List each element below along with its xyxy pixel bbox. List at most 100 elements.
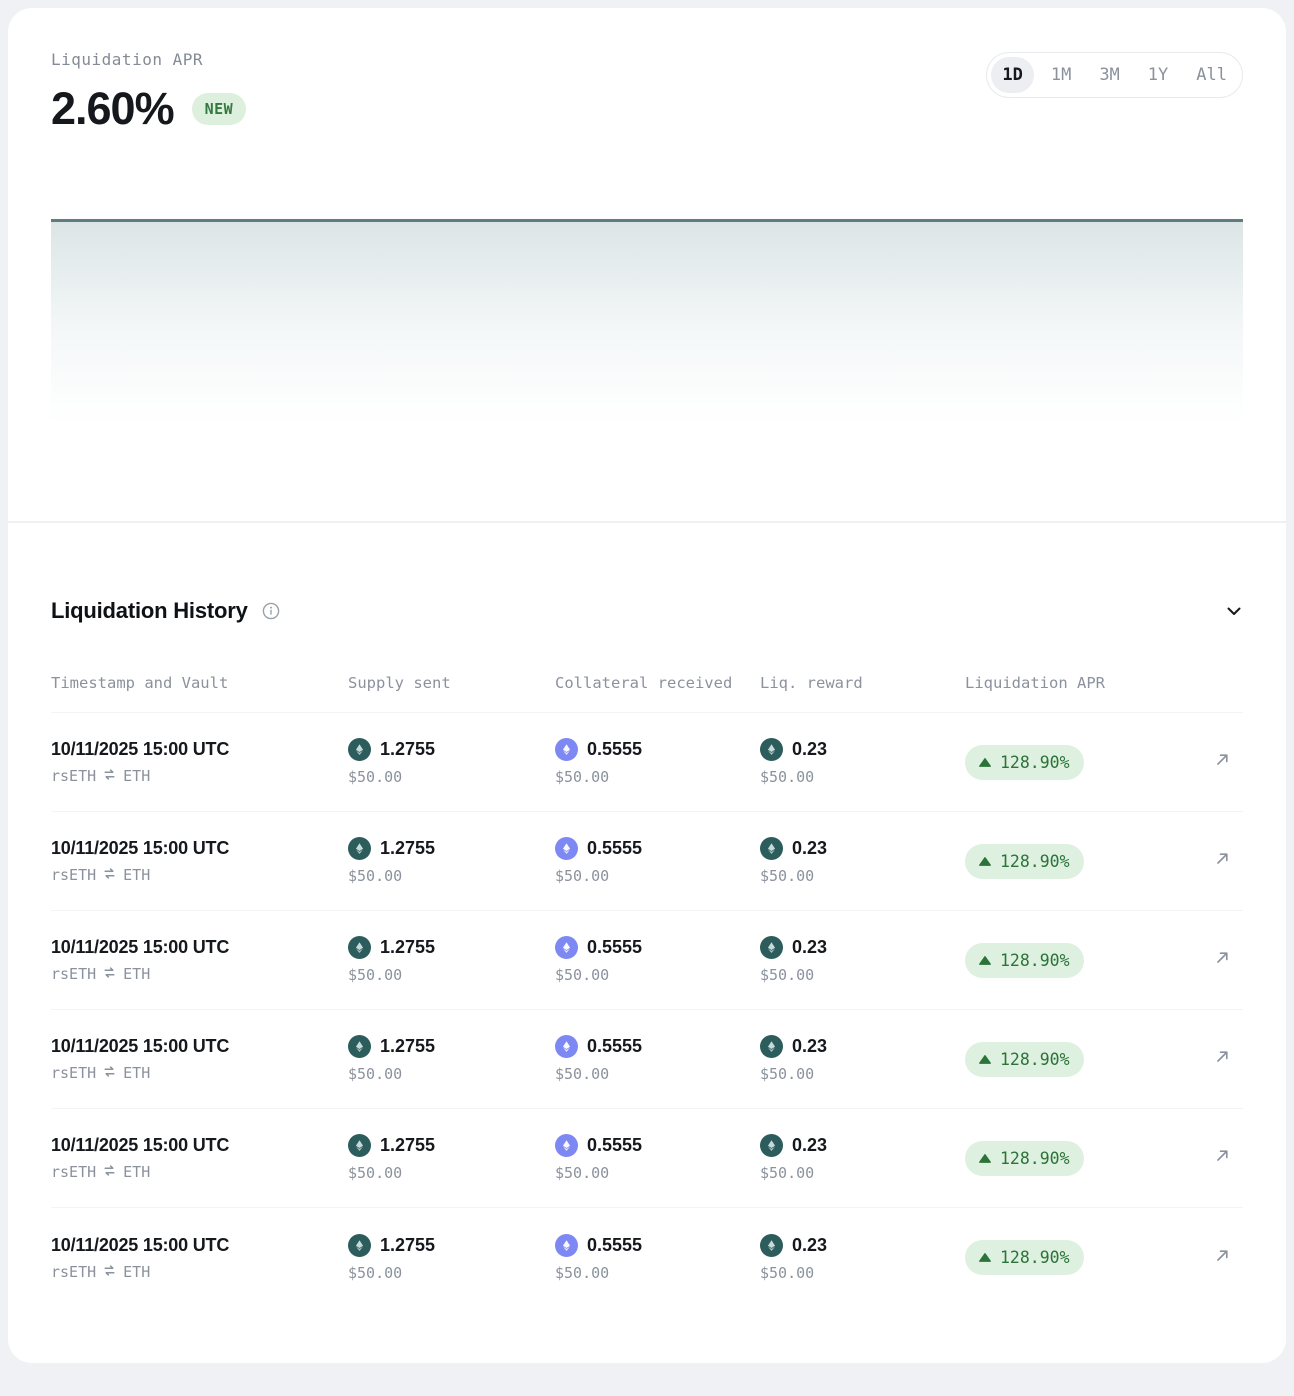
- liq-reward-usd: $50.00: [760, 867, 965, 885]
- info-icon[interactable]: [262, 602, 280, 620]
- row-vault-pair: rsETH ETH: [51, 767, 348, 785]
- liq-reward-usd: $50.00: [760, 966, 965, 984]
- rseth-coin-icon: [348, 738, 371, 761]
- external-link-icon[interactable]: [1214, 1048, 1231, 1070]
- row-vault-pair: rsETH ETH: [51, 1163, 348, 1181]
- row-timestamp: 10/11/2025 15:00 UTC: [51, 1135, 348, 1156]
- liq-reward-amount: 0.23: [760, 1035, 965, 1058]
- table-row[interactable]: 10/11/2025 15:00 UTC rsETH ETH: [51, 713, 1243, 812]
- vault-to-label: ETH: [123, 1263, 150, 1281]
- table-row[interactable]: 10/11/2025 15:00 UTC rsETH ETH: [51, 1208, 1243, 1307]
- external-link-icon[interactable]: [1214, 1147, 1231, 1169]
- timeframe-1y[interactable]: 1Y: [1137, 57, 1179, 93]
- history-title: Liquidation History: [51, 598, 248, 624]
- swap-icon: [103, 1163, 116, 1181]
- timeframe-1m[interactable]: 1M: [1040, 57, 1082, 93]
- apr-badge: 128.90%: [965, 745, 1084, 780]
- col-supply-sent: Supply sent: [348, 674, 555, 692]
- collateral-received-amount: 0.5555: [555, 1134, 760, 1157]
- rseth-coin-icon: [760, 1035, 783, 1058]
- triangle-up-icon: [979, 1154, 991, 1163]
- rseth-coin-icon: [348, 1035, 371, 1058]
- apr-badge: 128.90%: [965, 1042, 1084, 1077]
- liquidation-history-table: 10/11/2025 15:00 UTC rsETH ETH: [51, 713, 1243, 1307]
- rseth-coin-icon: [760, 936, 783, 959]
- apr-badge: 128.90%: [965, 844, 1084, 879]
- supply-sent-usd: $50.00: [348, 1264, 555, 1282]
- row-vault-pair: rsETH ETH: [51, 1263, 348, 1281]
- collateral-received-amount: 0.5555: [555, 738, 760, 761]
- timeframe-1d[interactable]: 1D: [991, 57, 1033, 93]
- row-timestamp: 10/11/2025 15:00 UTC: [51, 1036, 348, 1057]
- apr-value: 2.60%: [51, 83, 174, 135]
- triangle-up-icon: [979, 1055, 991, 1064]
- swap-icon: [103, 866, 116, 884]
- collateral-received-usd: $50.00: [555, 1065, 760, 1083]
- apr-area-chart[interactable]: [51, 219, 1243, 469]
- swap-icon: [103, 1263, 116, 1281]
- vault-from-label: rsETH: [51, 767, 96, 785]
- liq-reward-usd: $50.00: [760, 1164, 965, 1182]
- external-link-icon[interactable]: [1214, 1247, 1231, 1269]
- supply-sent-usd: $50.00: [348, 1164, 555, 1182]
- vault-to-label: ETH: [123, 866, 150, 884]
- vault-from-label: rsETH: [51, 1263, 96, 1281]
- supply-sent-amount: 1.2755: [348, 738, 555, 761]
- rseth-coin-icon: [348, 1234, 371, 1257]
- liq-reward-amount: 0.23: [760, 738, 965, 761]
- triangle-up-icon: [979, 857, 991, 866]
- eth-coin-icon: [555, 837, 578, 860]
- vault-from-label: rsETH: [51, 1163, 96, 1181]
- swap-icon: [103, 767, 116, 785]
- supply-sent-usd: $50.00: [348, 966, 555, 984]
- vault-to-label: ETH: [123, 1064, 150, 1082]
- liq-reward-usd: $50.00: [760, 768, 965, 786]
- col-liquidation-apr: Liquidation APR: [965, 674, 1203, 692]
- table-row[interactable]: 10/11/2025 15:00 UTC rsETH ETH: [51, 911, 1243, 1010]
- supply-sent-amount: 1.2755: [348, 837, 555, 860]
- vault-from-label: rsETH: [51, 866, 96, 884]
- triangle-up-icon: [979, 956, 991, 965]
- supply-sent-usd: $50.00: [348, 1065, 555, 1083]
- timeframe-3m[interactable]: 3M: [1088, 57, 1130, 93]
- row-vault-pair: rsETH ETH: [51, 866, 348, 884]
- table-row[interactable]: 10/11/2025 15:00 UTC rsETH ETH: [51, 1109, 1243, 1208]
- external-link-icon[interactable]: [1214, 949, 1231, 971]
- rseth-coin-icon: [760, 1234, 783, 1257]
- apr-badge: 128.90%: [965, 943, 1084, 978]
- supply-sent-usd: $50.00: [348, 867, 555, 885]
- rseth-coin-icon: [348, 837, 371, 860]
- eth-coin-icon: [555, 936, 578, 959]
- table-row[interactable]: 10/11/2025 15:00 UTC rsETH ETH: [51, 812, 1243, 911]
- collateral-received-amount: 0.5555: [555, 837, 760, 860]
- collateral-received-usd: $50.00: [555, 966, 760, 984]
- vault-to-label: ETH: [123, 1163, 150, 1181]
- apr-label: Liquidation APR: [51, 50, 246, 69]
- external-link-icon[interactable]: [1214, 850, 1231, 872]
- rseth-coin-icon: [348, 936, 371, 959]
- section-divider: [8, 521, 1286, 523]
- timeframe-group: 1D 1M 3M 1Y All: [986, 52, 1243, 98]
- row-timestamp: 10/11/2025 15:00 UTC: [51, 739, 348, 760]
- collateral-received-usd: $50.00: [555, 1264, 760, 1282]
- collateral-received-amount: 0.5555: [555, 1234, 760, 1257]
- collateral-received-amount: 0.5555: [555, 936, 760, 959]
- col-liq-reward: Liq. reward: [760, 674, 965, 692]
- vault-from-label: rsETH: [51, 1064, 96, 1082]
- table-row[interactable]: 10/11/2025 15:00 UTC rsETH ETH: [51, 1010, 1243, 1109]
- col-collateral-received: Collateral received: [555, 674, 760, 692]
- chevron-down-icon[interactable]: [1225, 602, 1243, 620]
- row-timestamp: 10/11/2025 15:00 UTC: [51, 838, 348, 859]
- supply-sent-amount: 1.2755: [348, 1035, 555, 1058]
- liq-reward-amount: 0.23: [760, 1234, 965, 1257]
- apr-badge: 128.90%: [965, 1141, 1084, 1176]
- external-link-icon[interactable]: [1214, 751, 1231, 773]
- collateral-received-usd: $50.00: [555, 1164, 760, 1182]
- rseth-coin-icon: [348, 1134, 371, 1157]
- triangle-up-icon: [979, 758, 991, 767]
- timeframe-all[interactable]: All: [1185, 57, 1238, 93]
- rseth-coin-icon: [760, 1134, 783, 1157]
- liq-reward-amount: 0.23: [760, 1134, 965, 1157]
- liq-reward-usd: $50.00: [760, 1264, 965, 1282]
- new-badge: NEW: [192, 93, 247, 125]
